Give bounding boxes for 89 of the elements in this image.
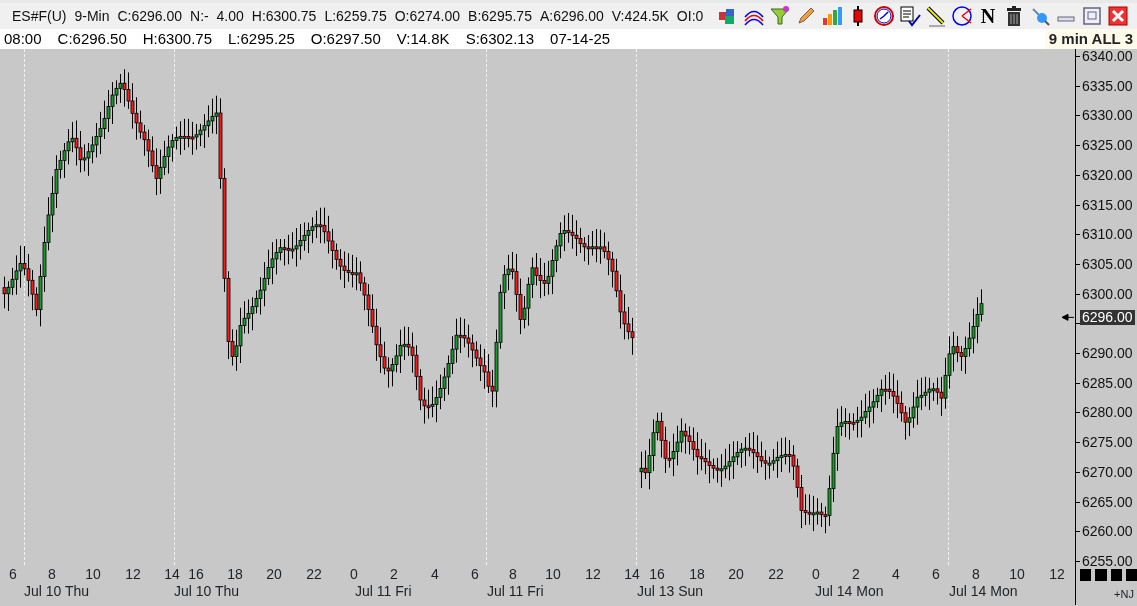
hour-label: 20 — [728, 567, 744, 581]
hour-label: 12 — [1049, 567, 1065, 581]
quote-field: V:424.5K — [611, 5, 669, 27]
date-label: Jul 11 Fri — [487, 584, 544, 598]
bar-field: C:6296.50 — [57, 27, 127, 51]
price-label: 6270.00 — [1082, 464, 1133, 479]
close-icon[interactable] — [1107, 5, 1129, 27]
price-label: 6330.00 — [1082, 108, 1133, 123]
angle-icon[interactable] — [951, 5, 973, 27]
block-icon — [1125, 569, 1137, 581]
hour-label: 22 — [768, 567, 784, 581]
price-label: 6335.00 — [1082, 78, 1133, 93]
block-icon — [1110, 569, 1122, 581]
hour-label: 10 — [1009, 567, 1025, 581]
price-label: 6285.00 — [1082, 375, 1133, 390]
date-label: Jul 13 Sun — [637, 584, 704, 598]
date-label: Jul 10 Thu — [24, 584, 90, 598]
bar-field: 08:00 — [4, 27, 42, 51]
funnel-icon[interactable] — [769, 5, 791, 27]
price-label: 6315.00 — [1082, 197, 1133, 212]
hour-label: 22 — [306, 567, 322, 581]
pushpin-icon[interactable] — [1029, 5, 1051, 27]
hour-label: 16 — [188, 567, 204, 581]
hour-label: 0 — [350, 567, 358, 581]
bar-chart-icon[interactable] — [821, 5, 843, 27]
corner-label: +NJ — [1114, 587, 1134, 601]
interval-label: 9 min ALL 3 — [1044, 29, 1137, 49]
hour-label: 2 — [852, 567, 860, 581]
quote-field: ES#F(U) — [12, 5, 67, 27]
date-label: Jul 14 Mon — [815, 584, 884, 598]
hour-label: 8 — [509, 567, 517, 581]
date-label: Jul 10 Thu — [174, 584, 240, 598]
price-label: 6265.00 — [1082, 494, 1133, 509]
date-label: Jul 11 Fri — [355, 584, 412, 598]
price-label: 6300.00 — [1082, 286, 1133, 301]
hour-label: 14 — [164, 567, 180, 581]
hour-label: 6 — [9, 567, 17, 581]
price-label: 6255.00 — [1082, 553, 1133, 568]
price-label: 6320.00 — [1082, 167, 1133, 182]
last-price-label: 6296.00 — [1080, 310, 1135, 326]
restore-icon[interactable] — [1081, 5, 1103, 27]
bar-field: L:6295.25 — [228, 27, 295, 51]
bar-field: O:6297.50 — [310, 27, 381, 51]
hour-label: 20 — [266, 567, 282, 581]
price-label: 6290.00 — [1082, 346, 1133, 360]
quote-field: H:6300.75 — [251, 5, 317, 27]
hour-label: 2 — [390, 567, 398, 581]
bar-field: S:6302.13 — [465, 27, 535, 51]
quote-field: N:- 4.00 — [190, 5, 244, 27]
hour-label: 18 — [689, 567, 705, 581]
quote-field: L:6259.75 — [324, 5, 387, 27]
quote-field: C:6296.00 — [117, 5, 183, 27]
drawing-pencil-icon[interactable] — [925, 5, 947, 27]
price-label: 6260.00 — [1082, 524, 1133, 539]
price-label: 6280.00 — [1082, 405, 1133, 420]
hour-label: 14 — [624, 567, 640, 581]
price-label: 6305.00 — [1082, 256, 1133, 271]
hour-label: 0 — [812, 567, 820, 581]
text-tool-button[interactable]: N — [977, 5, 999, 27]
date-label: Jul 14 Mon — [949, 584, 1018, 598]
pencil-icon[interactable] — [795, 5, 817, 27]
price-label: 6275.00 — [1082, 435, 1133, 450]
checklist-icon[interactable] — [899, 5, 921, 27]
quote-field: 9-Min — [74, 5, 110, 27]
hour-label: 18 — [227, 567, 243, 581]
price-label: 6340.00 — [1082, 49, 1133, 63]
price-label: 6310.00 — [1082, 227, 1133, 242]
bar-field: 07-14-25 — [550, 27, 611, 51]
bar-field: V:14.8K — [396, 27, 450, 51]
hour-label: 8 — [972, 567, 980, 581]
hour-label: 4 — [431, 567, 439, 581]
hour-label: 12 — [585, 567, 601, 581]
hour-label: 6 — [471, 567, 479, 581]
clock-icon[interactable] — [873, 5, 895, 27]
hour-label: 6 — [932, 567, 940, 581]
hour-label: 10 — [545, 567, 561, 581]
hour-label: 16 — [649, 567, 665, 581]
quote-field: OI:0 — [676, 5, 704, 27]
block-icon — [1095, 569, 1107, 581]
hour-label: 10 — [85, 567, 101, 581]
quote-field: A:6296.00 — [539, 5, 604, 27]
price-label: 6325.00 — [1082, 138, 1133, 153]
quote-field: O:6274.00 — [394, 5, 461, 27]
hour-label: 8 — [48, 567, 56, 581]
quote-field: B:6295.75 — [468, 5, 532, 27]
hour-label: 4 — [892, 567, 900, 581]
hour-label: 12 — [125, 567, 141, 581]
block-icon — [1080, 569, 1092, 581]
bar-field: H:6300.75 — [142, 27, 212, 51]
